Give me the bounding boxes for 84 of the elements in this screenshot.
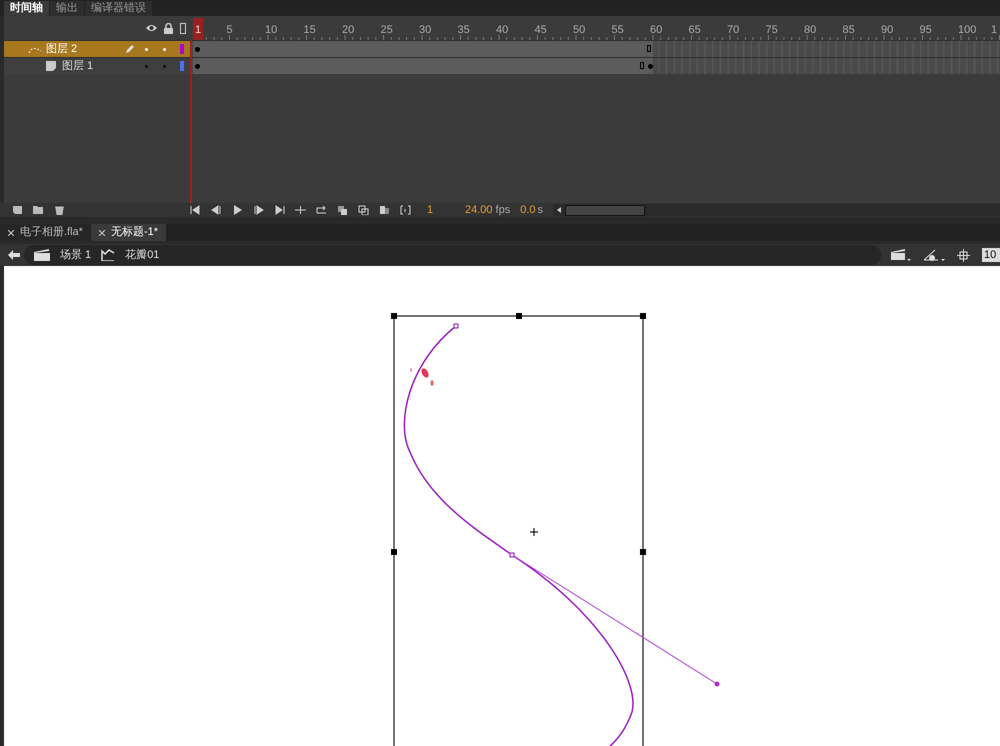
end-frame-icon[interactable] bbox=[647, 45, 651, 52]
frame-number: 70 bbox=[727, 23, 740, 38]
lock-icon[interactable] bbox=[164, 22, 173, 34]
transform-handle bbox=[391, 313, 397, 319]
frame-number: 1 bbox=[991, 23, 998, 38]
first-frame-icon[interactable] bbox=[190, 205, 201, 215]
frame-number: 65 bbox=[688, 23, 701, 38]
trash-icon[interactable] bbox=[54, 205, 65, 215]
time-value[interactable]: 0.0 bbox=[520, 202, 536, 218]
symbol-icon[interactable] bbox=[101, 249, 116, 261]
frame-number: 30 bbox=[419, 23, 432, 38]
zoom-field[interactable]: 10 bbox=[982, 248, 1000, 262]
transform-handle bbox=[516, 313, 522, 319]
breadcrumb-item[interactable]: 花瓣01 bbox=[125, 246, 160, 264]
frame-number: 90 bbox=[881, 23, 894, 38]
time-unit: s bbox=[538, 202, 544, 218]
scroll-thumb[interactable] bbox=[565, 204, 646, 216]
pencil-icon bbox=[125, 44, 135, 54]
onion-skin-icon[interactable] bbox=[337, 205, 348, 215]
transform-handle bbox=[391, 549, 397, 555]
scroll-left-icon[interactable] bbox=[557, 207, 562, 213]
eye-icon[interactable] bbox=[146, 24, 157, 32]
frame-number: 25 bbox=[380, 23, 393, 38]
end-frame-icon[interactable] bbox=[640, 62, 644, 69]
edit-frames-icon[interactable] bbox=[379, 205, 390, 215]
frame-number: 95 bbox=[920, 23, 932, 38]
last-frame-icon[interactable] bbox=[274, 205, 285, 215]
close-icon[interactable] bbox=[8, 230, 14, 236]
layer-color-swatch[interactable] bbox=[180, 61, 184, 71]
new-layer-icon[interactable] bbox=[12, 205, 23, 215]
folder-icon[interactable] bbox=[33, 205, 44, 215]
marker-range-icon[interactable] bbox=[400, 205, 411, 215]
keyframe-icon[interactable] bbox=[195, 64, 200, 69]
current-frame[interactable]: 1 bbox=[427, 202, 455, 218]
layer-row[interactable]: 图层 2 bbox=[4, 41, 190, 57]
layer-color-swatch[interactable] bbox=[180, 44, 184, 54]
frame-number: 35 bbox=[458, 23, 470, 38]
frame-number: 55 bbox=[612, 23, 624, 38]
symbol-menu-icon[interactable] bbox=[923, 248, 945, 262]
center-stage-icon[interactable] bbox=[957, 248, 970, 262]
frame-number: 50 bbox=[573, 23, 586, 38]
fps-value[interactable]: 24.00 bbox=[465, 202, 493, 218]
frame-number: 75 bbox=[766, 23, 778, 38]
frame-number: 80 bbox=[804, 23, 816, 38]
loop-icon[interactable] bbox=[316, 205, 327, 215]
frame-number: 20 bbox=[342, 23, 354, 38]
frame-number: 100 bbox=[958, 23, 976, 38]
keyframe-icon[interactable] bbox=[648, 64, 653, 69]
panel-tab[interactable]: 输出 bbox=[50, 1, 84, 16]
layer-row[interactable]: 图层 1 bbox=[4, 58, 190, 74]
frame-number: 15 bbox=[304, 23, 316, 38]
keyframe-icon[interactable] bbox=[195, 47, 200, 52]
scene-menu-icon[interactable] bbox=[891, 248, 911, 262]
play-icon[interactable] bbox=[232, 205, 243, 215]
frame-number: 5 bbox=[226, 23, 233, 38]
frame-number: 10 bbox=[265, 23, 278, 38]
breadcrumb-item[interactable]: 场景 1 bbox=[60, 246, 92, 264]
outline-icon[interactable] bbox=[180, 22, 186, 34]
onion-outline-icon[interactable] bbox=[358, 205, 369, 215]
layer-name: 图层 1 bbox=[62, 58, 94, 74]
playhead-marker[interactable]: 1 bbox=[193, 18, 203, 40]
horizontal-scrollbar[interactable] bbox=[553, 204, 1000, 216]
panel-tab[interactable]: 编译器错误 bbox=[85, 1, 152, 16]
document-tab[interactable]: 电子相册.fla* bbox=[0, 224, 91, 241]
step-back-icon[interactable] bbox=[211, 205, 222, 215]
transform-handle bbox=[640, 313, 646, 319]
step-forward-icon[interactable] bbox=[253, 205, 264, 215]
close-icon[interactable] bbox=[98, 230, 105, 236]
transform-handle bbox=[640, 549, 646, 555]
frame-number: 45 bbox=[534, 23, 547, 38]
panel-tab[interactable]: 时间轴 bbox=[4, 1, 49, 16]
back-arrow-icon[interactable] bbox=[8, 250, 20, 260]
frame-number: 60 bbox=[650, 23, 662, 38]
layer-name: 图层 2 bbox=[46, 42, 78, 57]
scene-icon[interactable] bbox=[34, 249, 50, 261]
document-tab[interactable]: 无标题-1* bbox=[90, 224, 166, 241]
frame-number: 85 bbox=[842, 23, 855, 38]
petal-drawing bbox=[410, 368, 434, 386]
frame-number: 40 bbox=[496, 23, 508, 38]
center-frame-icon[interactable] bbox=[295, 205, 306, 215]
frame-ruler[interactable]: 1 5 10 15 20 25 30 35 40 45 50 55 60 65 70 75 80 85 90 95 100 1 bbox=[190, 16, 1000, 40]
layer-icon bbox=[46, 61, 56, 71]
registration-point-icon bbox=[530, 528, 538, 536]
fps-unit: fps bbox=[496, 202, 510, 218]
